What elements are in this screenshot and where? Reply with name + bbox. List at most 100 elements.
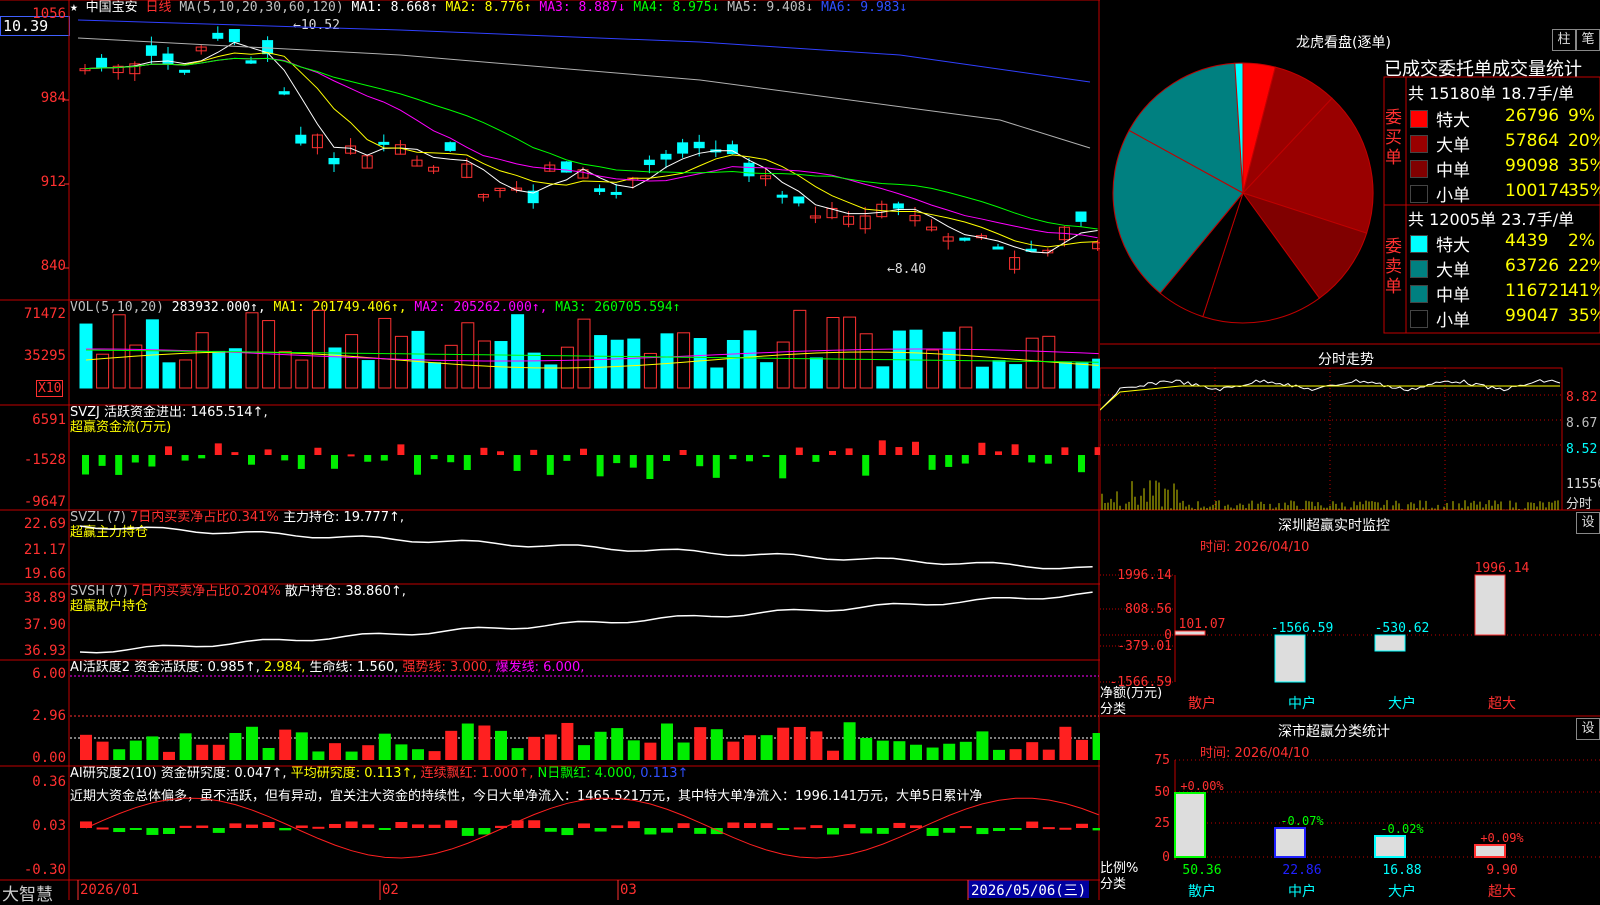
activity-bar (229, 732, 242, 760)
candle (660, 153, 672, 160)
class-bar (1374, 835, 1406, 858)
research-bar (611, 825, 624, 828)
research-bar (229, 823, 242, 828)
ma-line (84, 52, 1098, 248)
fund-flow-bar (829, 450, 836, 455)
kline-chart-area[interactable] (0, 0, 1100, 900)
fund-flow-bar (712, 455, 720, 478)
volume-bar (477, 340, 491, 389)
activity-bar (478, 725, 491, 760)
research-bar (146, 828, 159, 835)
fund-flow-bar (862, 455, 870, 476)
research-bar (544, 828, 557, 832)
volume-bar (179, 359, 193, 389)
fund-flow-bar (978, 442, 986, 455)
volume-bar (643, 352, 657, 389)
fund-flow-bar (812, 455, 820, 462)
activity-bar (760, 735, 773, 760)
candle (1075, 211, 1087, 222)
candle (643, 159, 655, 166)
monitor-category: 超大 (1488, 696, 1516, 712)
research-bar (312, 826, 325, 829)
volume-bar (345, 334, 359, 389)
monitor-y-label: 1996.14 (1117, 568, 1172, 583)
candle (444, 142, 456, 151)
volume-bar (145, 319, 159, 389)
research-bar (262, 822, 275, 828)
fund-flow-bar (414, 455, 421, 475)
fund-flow-bar (314, 447, 322, 455)
volume-bar (245, 312, 259, 389)
research-bar (196, 825, 209, 828)
volume-bar (992, 360, 1006, 389)
research-bar (893, 822, 906, 828)
fund-flow-bar (513, 455, 521, 471)
fund-flow-bar (845, 448, 853, 455)
fund-flow-bar (679, 450, 687, 455)
research-bar (295, 825, 308, 828)
activity-bar (1009, 749, 1022, 760)
volume-bar (975, 366, 989, 389)
monitor-value: 1996.14 (1475, 561, 1530, 576)
fund-flow-bar (297, 455, 305, 469)
fund-flow-bar (696, 455, 704, 467)
fund-flow-bar (912, 441, 919, 455)
activity-bar (1059, 726, 1072, 760)
research-bar (727, 822, 740, 828)
activity-bar (362, 745, 375, 760)
activity-bar (959, 741, 972, 760)
research-bar (943, 828, 956, 833)
volume-bar (162, 362, 176, 389)
research-bar (378, 828, 391, 830)
fund-flow-bar (148, 455, 156, 467)
activity-bar (378, 733, 391, 760)
activity-bar (627, 740, 640, 760)
activity-bar (611, 728, 624, 760)
fund-flow-bar (165, 446, 172, 455)
volume-bar (195, 332, 209, 389)
fund-flow-bar (231, 452, 239, 455)
fund-flow-bar (98, 455, 106, 466)
activity-bar (1092, 733, 1100, 760)
activity-bar (993, 749, 1005, 760)
fund-flow-bar (447, 455, 455, 463)
volume-bar (112, 314, 126, 389)
activity-bar (246, 726, 258, 760)
fund-flow-bar (596, 455, 604, 477)
volume-bar (793, 309, 807, 389)
fund-flow-bar (746, 455, 753, 462)
volume-bar (743, 330, 757, 389)
candle (677, 142, 689, 154)
candle (992, 246, 1004, 250)
research-bar (993, 828, 1005, 832)
research-bar (760, 823, 773, 828)
class-change: +0.00% (1180, 779, 1224, 793)
research-bar (1092, 828, 1100, 831)
research-bar (1009, 828, 1022, 830)
volume-bar (295, 359, 309, 389)
class-y-label: 0 (1162, 850, 1170, 865)
research-bar (445, 820, 458, 828)
activity-bar (129, 740, 142, 760)
candle (228, 29, 240, 43)
volume-bar (809, 357, 823, 389)
fund-flow-bar (995, 451, 1002, 455)
activity-bar (827, 750, 839, 760)
research-bar (478, 828, 491, 835)
research-bar (860, 828, 873, 834)
class-y-label: 25 (1154, 816, 1170, 831)
fund-flow-bar (762, 455, 770, 458)
fund-flow-bar (214, 443, 222, 455)
candle (378, 141, 390, 145)
activity-bar (179, 733, 192, 760)
volume-bar (328, 347, 342, 389)
fund-flow-bar (646, 455, 654, 479)
volume-bar (726, 339, 740, 389)
activity-bar (710, 729, 723, 760)
activity-bar (561, 722, 574, 760)
monitor-value: 101.07 (1179, 617, 1226, 632)
fund-flow-bar (264, 449, 272, 455)
activity-bar (495, 730, 507, 760)
volume-bar (909, 329, 923, 389)
research-bar (80, 821, 92, 828)
